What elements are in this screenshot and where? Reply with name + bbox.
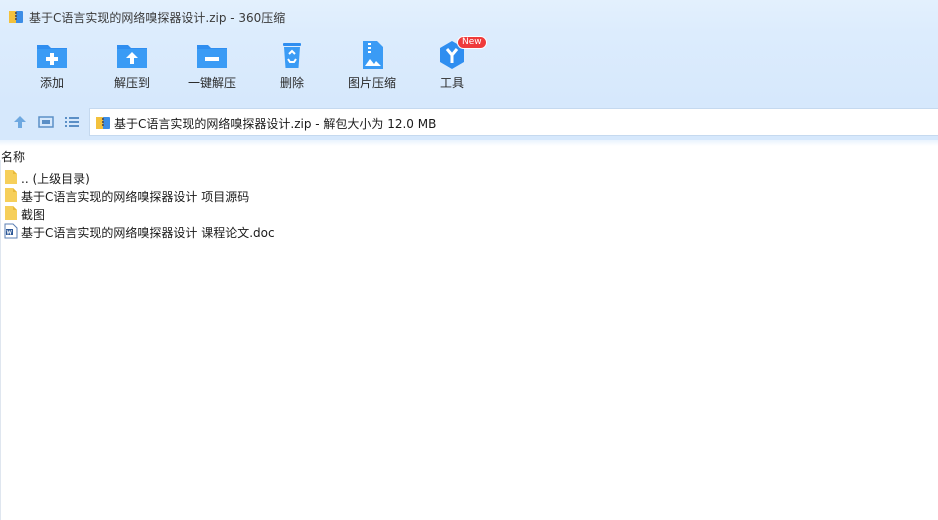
column-header-name[interactable]: 名称 xyxy=(1,148,25,165)
app-window: 基于C语言实现的网络嗅探器设计.zip - 360压缩 添加 解压到 一键解压 … xyxy=(0,0,938,520)
file-list: .. (上级目录) 基于C语言实现的网络嗅探器设计 项目源码 截图 基于C语言实… xyxy=(0,168,938,240)
extract-to-button[interactable]: 解压到 xyxy=(97,38,167,100)
list-item-source-folder[interactable]: 基于C语言实现的网络嗅探器设计 项目源码 xyxy=(0,186,938,204)
image-compress-icon xyxy=(363,41,383,69)
list-item-label: 截图 xyxy=(21,208,46,222)
one-click-extract-icon xyxy=(197,45,227,68)
extract-to-label: 解压到 xyxy=(113,76,150,90)
image-compress-label: 图片压缩 xyxy=(347,76,396,90)
thumbnail-view-icon[interactable] xyxy=(38,114,54,130)
list-item-parent-dir[interactable]: .. (上级目录) xyxy=(0,168,938,186)
list-item-label: 基于C语言实现的网络嗅探器设计 项目源码 xyxy=(21,190,250,204)
one-click-extract-label: 一键解压 xyxy=(187,76,236,90)
zip-archive-icon xyxy=(8,9,24,28)
new-badge: New xyxy=(457,36,487,49)
recycle-bin-icon xyxy=(283,43,301,68)
window-title: 基于C语言实现的网络嗅探器设计.zip - 360压缩 xyxy=(29,11,286,25)
list-item-label: .. (上级目录) xyxy=(21,172,90,186)
delete-label: 删除 xyxy=(279,76,304,90)
address-bar[interactable]: 基于C语言实现的网络嗅探器设计.zip - 解包大小为 12.0 MB xyxy=(89,108,938,136)
one-click-extract-button[interactable]: 一键解压 xyxy=(177,38,247,100)
main-toolbar: 添加 解压到 一键解压 删除 图片压缩 New 工具 xyxy=(0,34,938,104)
archive-path: 基于C语言实现的网络嗅探器设计.zip - 解包大小为 12.0 MB xyxy=(114,117,437,131)
add-button[interactable]: 添加 xyxy=(17,38,87,100)
add-folder-icon xyxy=(37,45,67,68)
delete-button[interactable]: 删除 xyxy=(257,38,327,100)
zip-archive-icon xyxy=(95,115,111,134)
extract-to-icon xyxy=(117,45,147,68)
address-bar-row: 基于C语言实现的网络嗅探器设计.zip - 解包大小为 12.0 MB xyxy=(0,104,938,140)
list-item-doc-file[interactable]: 基于C语言实现的网络嗅探器设计 课程论文.doc xyxy=(0,222,938,240)
word-doc-icon xyxy=(4,223,18,242)
tools-label: 工具 xyxy=(439,76,464,90)
divider xyxy=(0,140,938,146)
image-compress-button[interactable]: 图片压缩 xyxy=(337,38,407,100)
list-item-label: 基于C语言实现的网络嗅探器设计 课程论文.doc xyxy=(21,226,275,240)
title-bar[interactable]: 基于C语言实现的网络嗅探器设计.zip - 360压缩 xyxy=(0,0,938,34)
up-arrow-icon[interactable] xyxy=(12,114,28,130)
list-view-icon[interactable] xyxy=(64,114,80,130)
add-label: 添加 xyxy=(39,76,64,90)
tools-button[interactable]: New 工具 xyxy=(417,36,487,100)
list-item-screenshots-folder[interactable]: 截图 xyxy=(0,204,938,222)
